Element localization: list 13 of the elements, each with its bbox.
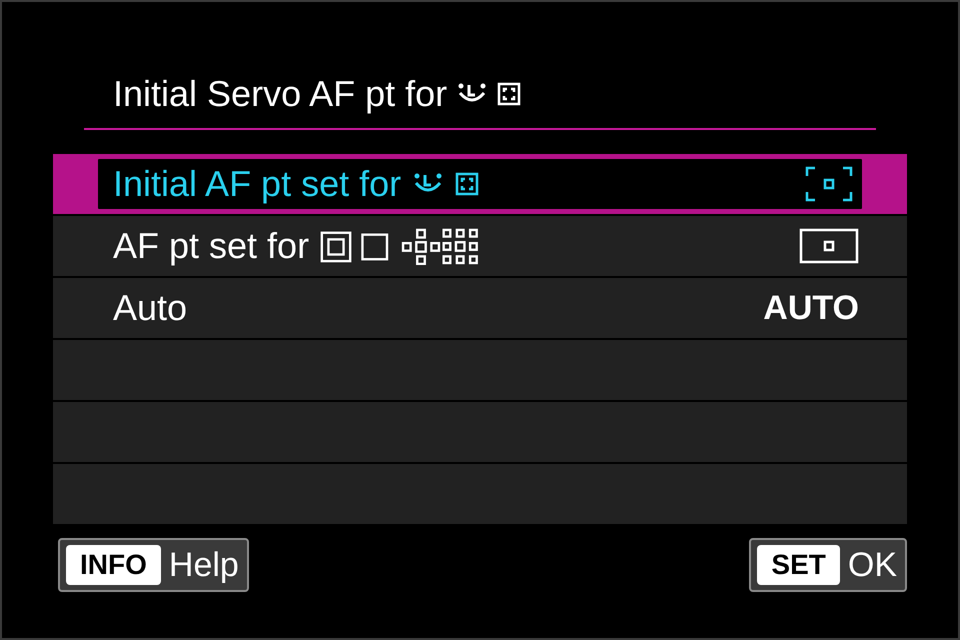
- option-label: Initial AF pt set for: [113, 163, 402, 205]
- tracking-frame-icon: [497, 82, 522, 106]
- single-point-af-icon: [799, 226, 859, 266]
- footer-button[interactable]: SET OK: [749, 538, 907, 592]
- option-label: Auto: [113, 287, 188, 329]
- tracking-frame-icon: [455, 172, 480, 196]
- footer-button[interactable]: INFO Help: [58, 538, 249, 592]
- option-value: AUTO: [763, 288, 859, 328]
- menu-title: Initial Servo AF pt for: [113, 73, 448, 115]
- option-label: AF pt set for: [113, 225, 310, 267]
- menu-option[interactable]: AF pt set for: [53, 216, 907, 276]
- menu-option[interactable]: Initial AF pt set for: [53, 154, 907, 214]
- menu-option[interactable]: Auto AUTO: [53, 278, 907, 338]
